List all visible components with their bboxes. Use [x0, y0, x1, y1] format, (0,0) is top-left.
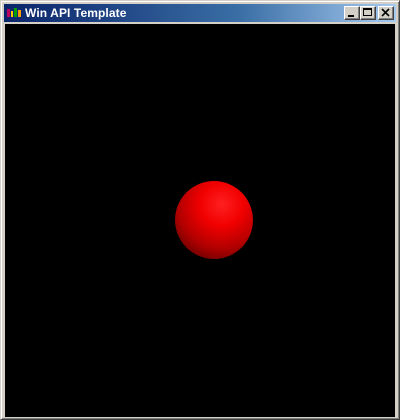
- application-window: Win API Template: [0, 0, 400, 420]
- caption-buttons: [344, 6, 394, 20]
- window-title: Win API Template: [25, 6, 127, 20]
- render-viewport[interactable]: [5, 24, 395, 417]
- application-icon[interactable]: [6, 5, 22, 21]
- maximize-icon: [363, 8, 372, 16]
- title-bar[interactable]: Win API Template: [4, 4, 396, 22]
- minimize-button[interactable]: [344, 6, 360, 20]
- close-button[interactable]: [378, 6, 394, 20]
- red-sphere: [175, 181, 253, 259]
- close-icon: [381, 8, 390, 17]
- minimize-icon: [348, 15, 354, 17]
- maximize-button[interactable]: [360, 6, 376, 20]
